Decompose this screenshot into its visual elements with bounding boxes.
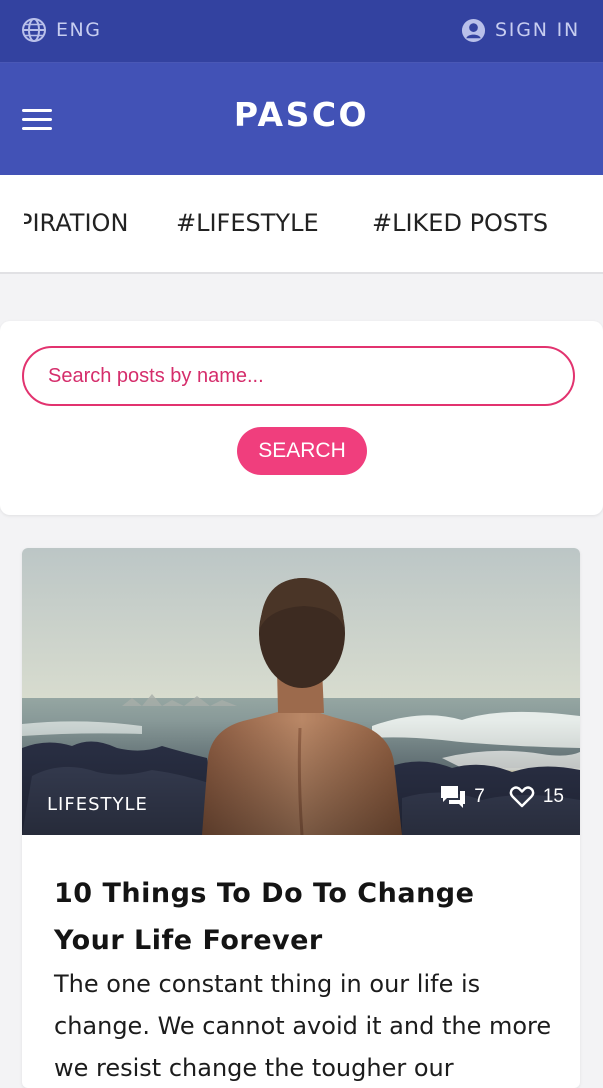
comments-icon[interactable] — [440, 785, 466, 809]
post-stats: 7 15 — [440, 785, 564, 809]
site-header: PASCO — [0, 63, 603, 175]
tag-inspiration[interactable]: PIRATION — [24, 209, 128, 237]
like-count: 15 — [542, 786, 564, 807]
post-card[interactable]: LIFESTYLE 7 15 10 Things To Do To Change… — [22, 548, 580, 1088]
sign-in-link[interactable]: SIGN IN — [461, 17, 580, 43]
user-icon — [461, 18, 485, 42]
search-card: SEARCH — [0, 321, 603, 515]
post-excerpt: The one constant thing in our life is ch… — [54, 970, 552, 1082]
comment-count: 7 — [474, 786, 485, 807]
search-button[interactable]: SEARCH — [237, 427, 367, 475]
tag-liked-posts[interactable]: #LIKED POSTS — [372, 209, 548, 237]
globe-icon — [22, 18, 46, 42]
heart-icon[interactable] — [509, 785, 535, 809]
language-label: ENG — [56, 19, 102, 41]
post-category[interactable]: LIFESTYLE — [47, 794, 148, 815]
post-title[interactable]: 10 Things To Do To Change Your Life Fore… — [54, 870, 554, 964]
search-input[interactable] — [22, 346, 575, 406]
tag-lifestyle[interactable]: #LIFESTYLE — [176, 209, 319, 237]
site-logo[interactable]: PASCO — [0, 95, 603, 134]
top-bar: ENG SIGN IN — [0, 0, 603, 63]
tag-nav: PIRATION #LIFESTYLE #LIKED POSTS — [0, 175, 603, 274]
sign-in-label: SIGN IN — [494, 19, 580, 41]
language-selector[interactable]: ENG — [21, 17, 101, 43]
